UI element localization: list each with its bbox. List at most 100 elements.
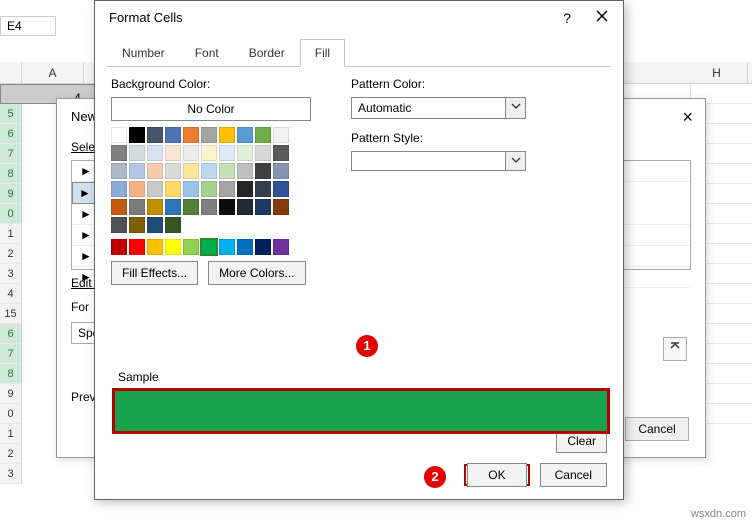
color-swatch[interactable] — [255, 145, 271, 161]
color-swatch[interactable] — [237, 163, 253, 179]
color-swatch[interactable] — [237, 145, 253, 161]
row-header[interactable]: 4 — [0, 284, 22, 304]
no-color-button[interactable]: No Color — [111, 97, 311, 121]
color-swatch[interactable] — [147, 199, 163, 215]
color-swatch[interactable] — [111, 217, 127, 233]
row-header[interactable]: 5 — [0, 104, 22, 124]
color-swatch[interactable] — [165, 199, 181, 215]
color-swatch[interactable] — [183, 199, 199, 215]
row-header[interactable]: 7 — [0, 144, 22, 164]
color-swatch[interactable] — [219, 199, 235, 215]
color-swatch[interactable] — [183, 181, 199, 197]
color-swatch[interactable] — [165, 163, 181, 179]
color-swatch[interactable] — [129, 163, 145, 179]
color-swatch[interactable] — [111, 163, 127, 179]
select-all-corner[interactable] — [0, 62, 22, 83]
color-swatch[interactable] — [237, 199, 253, 215]
row-header[interactable]: 2 — [0, 244, 22, 264]
row-header[interactable]: 6 — [0, 324, 22, 344]
close-icon[interactable]: × — [682, 107, 693, 128]
column-header-h[interactable]: H — [686, 62, 748, 84]
color-swatch[interactable] — [237, 127, 253, 143]
color-swatch[interactable] — [129, 239, 145, 255]
color-swatch[interactable] — [165, 217, 181, 233]
row-header[interactable]: 0 — [0, 404, 22, 424]
row-header[interactable]: 3 — [0, 464, 22, 484]
ok-button[interactable]: OK — [467, 463, 526, 487]
color-swatch[interactable] — [183, 145, 199, 161]
tab-fill[interactable]: Fill — [300, 39, 345, 67]
color-swatch[interactable] — [237, 181, 253, 197]
cancel-button[interactable]: Cancel — [625, 417, 689, 441]
color-swatch[interactable] — [129, 181, 145, 197]
row-header[interactable]: 2 — [0, 444, 22, 464]
row-header[interactable]: 6 — [0, 124, 22, 144]
color-swatch[interactable] — [219, 239, 235, 255]
row-header[interactable]: 8 — [0, 164, 22, 184]
color-swatch[interactable] — [111, 145, 127, 161]
color-swatch[interactable] — [273, 145, 289, 161]
row-header[interactable]: 9 — [0, 184, 22, 204]
tab-number[interactable]: Number — [107, 39, 180, 67]
color-swatch[interactable] — [147, 127, 163, 143]
color-swatch[interactable] — [273, 199, 289, 215]
color-swatch[interactable] — [147, 145, 163, 161]
pattern-style-select[interactable] — [351, 151, 506, 171]
color-swatch[interactable] — [219, 145, 235, 161]
color-swatch[interactable] — [219, 127, 235, 143]
pattern-color-select[interactable]: Automatic — [351, 97, 506, 119]
color-swatch[interactable] — [129, 199, 145, 215]
name-box[interactable]: E4 — [0, 16, 56, 36]
color-swatch[interactable] — [219, 163, 235, 179]
color-swatch[interactable] — [237, 239, 253, 255]
color-swatch[interactable] — [201, 199, 217, 215]
color-swatch[interactable] — [129, 217, 145, 233]
row-header[interactable]: 8 — [0, 364, 22, 384]
column-header-a[interactable]: A — [22, 62, 84, 83]
row-header[interactable]: 0 — [0, 204, 22, 224]
color-swatch[interactable] — [201, 239, 217, 255]
row-header[interactable]: 1 — [0, 424, 22, 444]
chevron-down-icon[interactable] — [506, 151, 526, 171]
color-swatch[interactable] — [201, 163, 217, 179]
color-swatch[interactable] — [147, 239, 163, 255]
row-header[interactable]: 3 — [0, 264, 22, 284]
color-swatch[interactable] — [273, 127, 289, 143]
color-swatch[interactable] — [255, 181, 271, 197]
tab-border[interactable]: Border — [234, 39, 300, 67]
color-swatch[interactable] — [183, 127, 199, 143]
row-header[interactable]: 9 — [0, 384, 22, 404]
row-header[interactable]: 1 — [0, 224, 22, 244]
color-swatch[interactable] — [273, 163, 289, 179]
chevron-down-icon[interactable] — [506, 97, 526, 119]
color-swatch[interactable] — [201, 145, 217, 161]
row-header[interactable]: 15 — [0, 304, 22, 324]
color-swatch[interactable] — [165, 239, 181, 255]
color-swatch[interactable] — [129, 145, 145, 161]
color-swatch[interactable] — [111, 181, 127, 197]
color-swatch[interactable] — [165, 145, 181, 161]
fill-effects-button[interactable]: Fill Effects... — [111, 261, 198, 285]
color-swatch[interactable] — [111, 239, 127, 255]
color-swatch[interactable] — [201, 127, 217, 143]
color-swatch[interactable] — [183, 163, 199, 179]
color-swatch[interactable] — [165, 127, 181, 143]
tab-font[interactable]: Font — [180, 39, 234, 67]
color-swatch[interactable] — [147, 163, 163, 179]
color-swatch[interactable] — [183, 239, 199, 255]
color-swatch[interactable] — [273, 181, 289, 197]
collapse-icon[interactable] — [663, 337, 687, 361]
row-header[interactable]: 7 — [0, 344, 22, 364]
color-swatch[interactable] — [255, 127, 271, 143]
color-swatch[interactable] — [219, 181, 235, 197]
cancel-button[interactable]: Cancel — [540, 463, 607, 487]
color-swatch[interactable] — [147, 217, 163, 233]
color-swatch[interactable] — [255, 239, 271, 255]
color-swatch[interactable] — [201, 181, 217, 197]
color-swatch[interactable] — [111, 127, 127, 143]
color-swatch[interactable] — [255, 199, 271, 215]
more-colors-button[interactable]: More Colors... — [208, 261, 305, 285]
color-swatch[interactable] — [129, 127, 145, 143]
help-icon[interactable]: ? — [563, 10, 571, 26]
color-swatch[interactable] — [111, 199, 127, 215]
